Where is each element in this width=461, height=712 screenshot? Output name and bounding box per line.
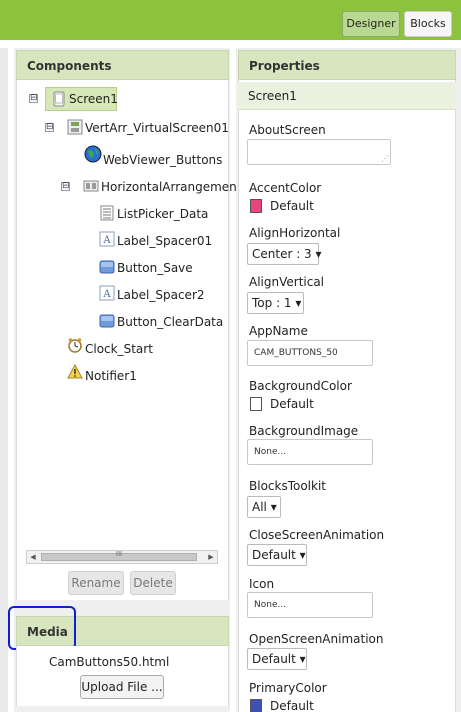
backgroundimage-picker[interactable]: None...: [247, 439, 373, 465]
tree-item-webviewer[interactable]: WebViewer_Buttons: [0, 145, 229, 170]
tree-item-screen1[interactable]: ⊟ Screen1: [0, 89, 229, 109]
delete-button[interactable]: Delete: [130, 571, 176, 595]
horizontal-arrangement-icon: [83, 180, 99, 192]
blockstoolkit-select[interactable]: All ▾: [247, 496, 281, 518]
alignvertical-select[interactable]: Top : 1 ▾: [247, 292, 304, 314]
screen-icon: [53, 91, 65, 107]
appname-input[interactable]: CAM_BUTTONS_50: [247, 340, 373, 366]
prop-icon-label: Icon: [249, 577, 275, 591]
properties-header: Properties: [238, 50, 456, 80]
prop-blockstoolkit-label: BlocksToolkit: [249, 479, 327, 493]
properties-component-name: Screen1: [248, 89, 297, 103]
primarycolor-swatch[interactable]: [250, 699, 262, 712]
tree-item-label: WebViewer_Buttons: [103, 153, 223, 167]
svg-text:A: A: [102, 235, 111, 246]
tree-item-label: Button_ClearData: [117, 315, 224, 329]
tree-item-button-cleardata[interactable]: Button_ClearData: [0, 312, 229, 332]
properties-title: Properties: [249, 59, 320, 73]
backgroundcolor-swatch[interactable]: [250, 397, 262, 411]
tree-item-label-spacer01[interactable]: A Label_Spacer01: [0, 231, 229, 251]
label-icon: A: [99, 231, 115, 247]
designer-button[interactable]: Designer: [342, 11, 400, 37]
components-hscrollbar[interactable]: ◀ III ▶: [26, 550, 218, 564]
tree-item-label: VertArr_VirtualScreen01: [85, 121, 229, 135]
tree-item-label: Button_Save: [117, 261, 193, 275]
prop-openscreenanimation-label: OpenScreenAnimation: [249, 632, 384, 646]
scroll-thumb[interactable]: III: [41, 550, 197, 561]
accentcolor-swatch[interactable]: [250, 199, 262, 213]
prop-closescreenanimation-label: CloseScreenAnimation: [249, 528, 385, 542]
tree-item-label: Screen1: [69, 92, 118, 106]
prop-backgroundimage-label: BackgroundImage: [249, 424, 359, 438]
clock-icon: [68, 338, 82, 353]
listpicker-icon: [100, 205, 114, 221]
closescreenanimation-select[interactable]: Default ▾: [247, 544, 307, 566]
prop-primarycolor-label: PrimaryColor: [249, 681, 327, 695]
tree-item-label: Clock_Start: [85, 342, 153, 356]
scroll-thumb-grip: III: [115, 550, 123, 558]
openscreenanimation-select[interactable]: Default ▾: [247, 648, 307, 670]
webviewer-globe-icon: [84, 145, 102, 163]
tree-item-vertarr[interactable]: ⊟ VertArr_VirtualScreen01: [0, 118, 229, 138]
aboutscreen-textarea[interactable]: [247, 139, 391, 165]
collapse-toggle[interactable]: ⊟: [29, 94, 38, 103]
collapse-toggle[interactable]: ⊟: [45, 123, 54, 132]
upload-file-button[interactable]: Upload File ...: [80, 675, 164, 699]
accentcolor-value[interactable]: Default: [270, 199, 314, 213]
scroll-right-icon[interactable]: ▶: [205, 551, 217, 563]
backgroundcolor-value[interactable]: Default: [270, 397, 314, 411]
prop-alignhorizontal-label: AlignHorizontal: [249, 226, 341, 240]
tree-item-label: ListPicker_Data: [117, 207, 209, 221]
label-icon: A: [99, 285, 115, 301]
tree-item-button-save[interactable]: Button_Save: [0, 258, 229, 278]
tree-item-label: Label_Spacer2: [117, 288, 205, 302]
tree-item-horizontalarrangement[interactable]: ⊟ HorizontalArrangemen: [0, 177, 237, 197]
tree-item-label: HorizontalArrangemen: [101, 180, 237, 194]
alignhorizontal-select[interactable]: Center : 3 ▾: [247, 243, 322, 265]
rename-button[interactable]: Rename: [68, 571, 124, 595]
prop-appname-label: AppName: [249, 324, 308, 338]
resize-grip-icon[interactable]: ⋰: [381, 154, 389, 163]
media-focus-outline: [8, 606, 76, 650]
tree-item-clock-start[interactable]: Clock_Start: [0, 338, 229, 359]
tree-item-label-spacer2[interactable]: A Label_Spacer2: [0, 285, 229, 305]
prop-backgroundcolor-label: BackgroundColor: [249, 379, 352, 393]
icon-picker[interactable]: None...: [247, 592, 373, 618]
components-title: Components: [27, 59, 112, 73]
tree-item-label: Label_Spacer01: [117, 234, 213, 248]
primarycolor-value[interactable]: Default: [270, 699, 314, 712]
button-icon: [99, 260, 115, 274]
collapse-toggle[interactable]: ⊟: [61, 182, 70, 191]
components-header: Components: [16, 50, 229, 80]
prop-accentcolor-label: AccentColor: [249, 181, 322, 195]
tree-item-label: Notifier1: [85, 369, 137, 383]
notifier-warning-icon: [67, 364, 83, 379]
scroll-left-icon[interactable]: ◀: [27, 551, 39, 563]
tree-item-listpicker[interactable]: ListPicker_Data: [0, 204, 229, 224]
prop-aboutscreen-label: AboutScreen: [249, 123, 326, 137]
button-icon: [99, 314, 115, 328]
vertical-arrangement-icon: [67, 119, 83, 135]
tree-item-notifier1[interactable]: Notifier1: [0, 364, 229, 386]
blocks-button[interactable]: Blocks: [404, 11, 452, 37]
media-file-item[interactable]: CamButtons50.html: [49, 655, 169, 669]
prop-alignvertical-label: AlignVertical: [249, 275, 325, 289]
svg-text:A: A: [102, 289, 111, 300]
